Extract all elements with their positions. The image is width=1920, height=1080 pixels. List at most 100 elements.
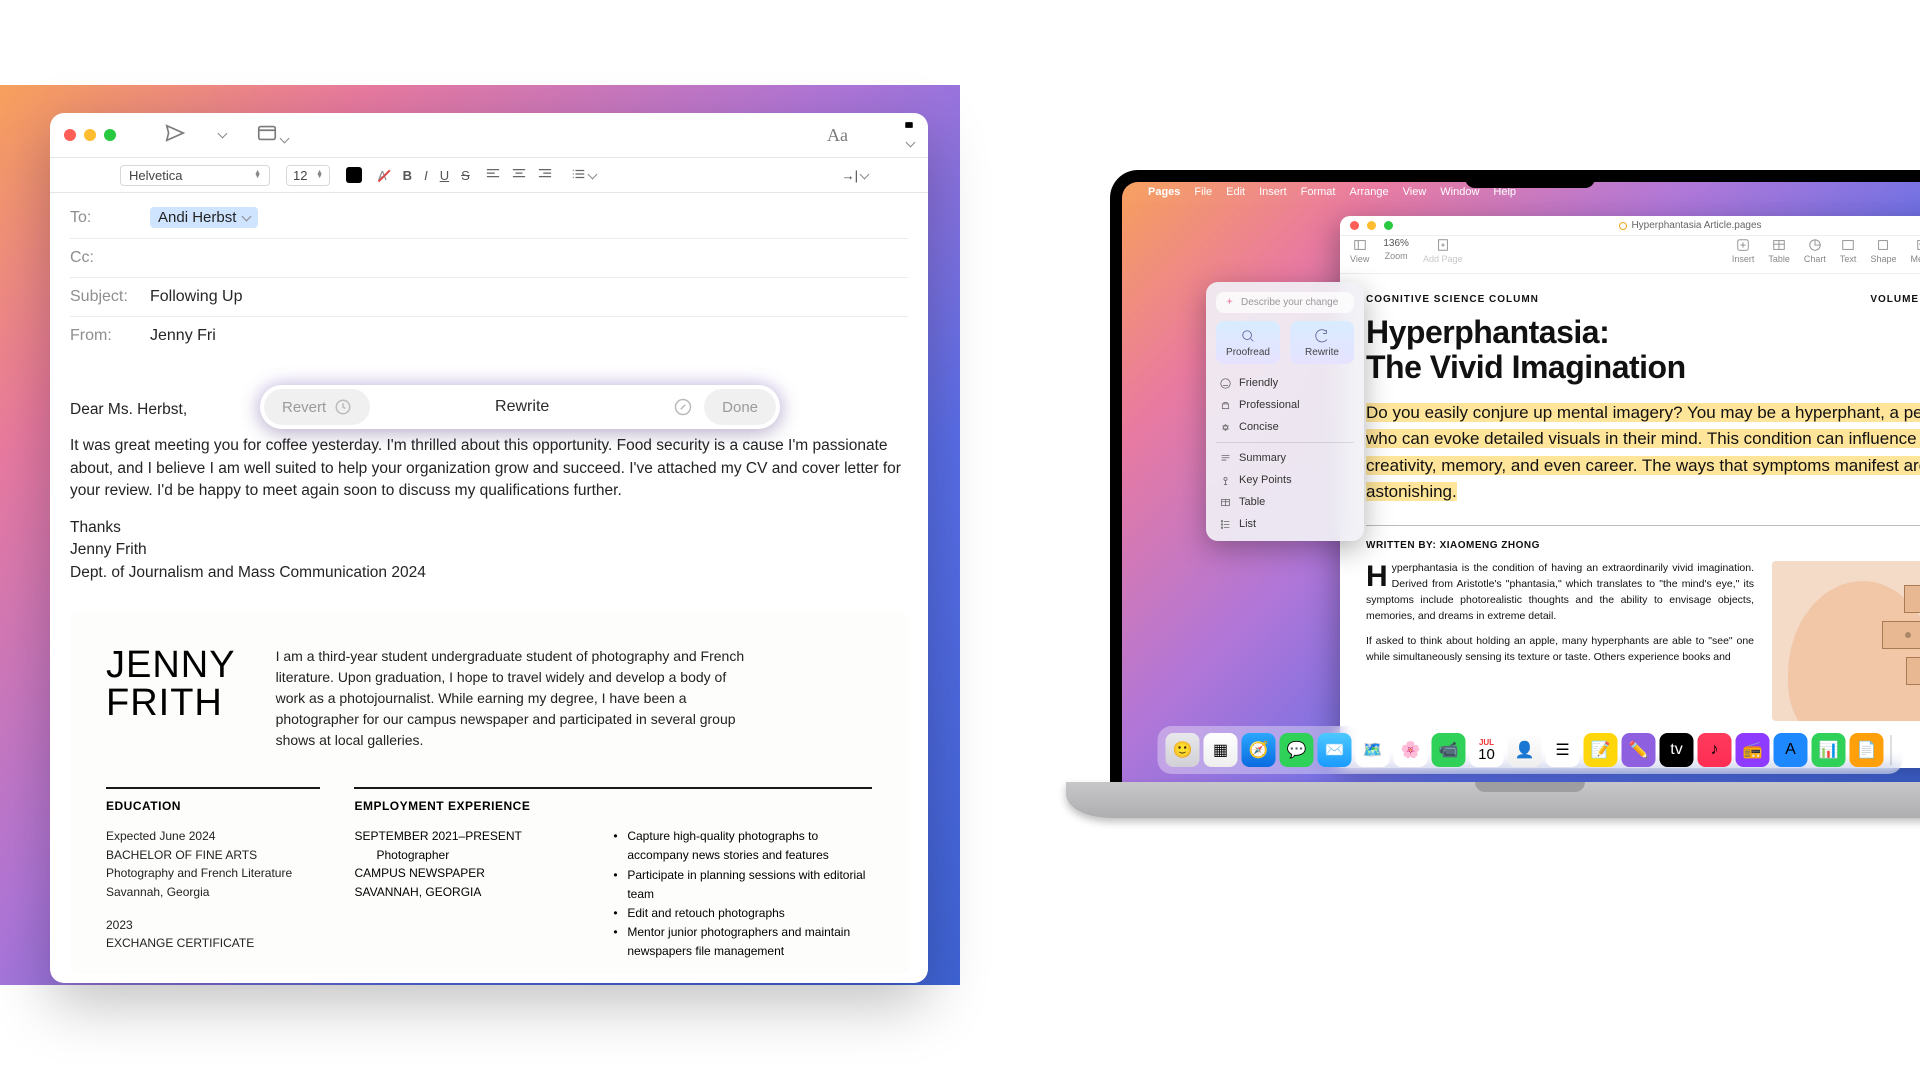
dock-numbers[interactable]: 📊 <box>1812 733 1846 767</box>
dock-pages[interactable]: 📄 <box>1850 733 1884 767</box>
send-icon[interactable] <box>164 122 186 149</box>
dock-music[interactable]: ♪ <box>1698 733 1732 767</box>
dock-contacts[interactable]: 👤 <box>1508 733 1542 767</box>
dock-tv[interactable]: tv <box>1660 733 1694 767</box>
recipient-chip[interactable]: Andi Herbst <box>150 207 258 228</box>
tb-shape[interactable]: Shape <box>1870 238 1896 264</box>
menu-format[interactable]: Format <box>1301 186 1336 198</box>
text-style-group: B I U S <box>403 168 470 183</box>
tb-add-page[interactable]: Add Page <box>1423 238 1463 264</box>
dock-launchpad[interactable]: ▦ <box>1204 733 1238 767</box>
menu-app[interactable]: Pages <box>1148 186 1180 198</box>
resume-bio: I am a third-year student undergraduate … <box>276 646 756 751</box>
education-column: EDUCATION Expected June 2024 BACHELOR OF… <box>106 787 320 961</box>
tb-text[interactable]: Text <box>1840 238 1857 264</box>
rewrite-button[interactable]: Rewrite <box>376 398 668 416</box>
body-text: It was great meeting you for coffee yest… <box>70 435 908 502</box>
dock-maps[interactable]: 🗺️ <box>1356 733 1390 767</box>
laptop-base <box>1066 782 1920 818</box>
italic-button[interactable]: I <box>424 168 428 183</box>
format-icon[interactable]: Aa <box>827 125 848 146</box>
dock-podcasts[interactable]: 📻 <box>1736 733 1770 767</box>
byline: WRITTEN BY: XIAOMENG ZHONG <box>1366 540 1920 551</box>
tb-zoom[interactable]: 136%Zoom <box>1383 238 1409 264</box>
done-button[interactable]: Done <box>704 389 776 425</box>
dock-appstore[interactable]: A <box>1774 733 1808 767</box>
bold-button[interactable]: B <box>403 168 412 183</box>
sparkle-icon <box>1224 297 1235 308</box>
tb-chart[interactable]: Chart <box>1804 238 1826 264</box>
send-options-chevron-icon[interactable] <box>216 126 226 144</box>
close-button[interactable] <box>1350 221 1359 230</box>
headers-icon[interactable] <box>256 122 288 149</box>
tb-table[interactable]: Table <box>1768 238 1790 264</box>
professional-option[interactable]: Professional <box>1216 394 1354 416</box>
subject-row[interactable]: Subject: Following Up <box>70 278 908 317</box>
concise-option[interactable]: Concise <box>1216 416 1354 438</box>
dock-mail[interactable]: ✉️ <box>1318 733 1352 767</box>
photo-icon[interactable] <box>904 117 914 153</box>
dock-calendar[interactable]: JUL10 <box>1470 733 1504 767</box>
pages-window-controls <box>1350 221 1393 230</box>
menu-view[interactable]: View <box>1403 186 1427 198</box>
indent-menu-icon[interactable]: →| <box>842 168 868 183</box>
align-right-icon[interactable] <box>538 168 552 183</box>
describe-change-input[interactable]: Describe your change <box>1216 292 1354 313</box>
menu-file[interactable]: File <box>1194 186 1212 198</box>
clear-style-icon[interactable]: A <box>378 168 387 183</box>
dock-freeform[interactable]: ✏️ <box>1622 733 1656 767</box>
document-title[interactable]: Hyperphantasia Article.pages <box>1393 220 1920 231</box>
menu-insert[interactable]: Insert <box>1259 186 1287 198</box>
to-label: To: <box>70 209 140 227</box>
pages-document[interactable]: COGNITIVE SCIENCE COLUMNVOLUME 7, ISSUE … <box>1340 274 1920 741</box>
table-option[interactable]: Table <box>1216 491 1354 513</box>
dock-messages[interactable]: 💬 <box>1280 733 1314 767</box>
dock-finder[interactable]: 🙂 <box>1166 733 1200 767</box>
summary-option[interactable]: Summary <box>1216 447 1354 469</box>
align-center-icon[interactable] <box>512 168 526 183</box>
from-label: From: <box>70 327 140 345</box>
font-family-select[interactable]: Helvetica▲▼ <box>120 165 270 186</box>
align-group <box>486 168 552 183</box>
sig-name: Jenny Frith <box>70 539 908 561</box>
revert-icon <box>334 398 352 416</box>
issue-text: VOLUME 7, ISSUE <box>1870 294 1920 305</box>
underline-button[interactable]: U <box>440 168 449 183</box>
proofread-card[interactable]: Proofread <box>1216 321 1280 364</box>
menu-edit[interactable]: Edit <box>1226 186 1245 198</box>
friendly-option[interactable]: Friendly <box>1216 372 1354 394</box>
headline: Hyperphantasia:The Vivid Imagination <box>1366 315 1920 384</box>
strike-button[interactable]: S <box>461 168 470 183</box>
rewrite-card[interactable]: Rewrite <box>1290 321 1354 364</box>
dock-photos[interactable]: 🌸 <box>1394 733 1428 767</box>
tb-insert[interactable]: Insert <box>1732 238 1755 264</box>
menu-arrange[interactable]: Arrange <box>1349 186 1388 198</box>
zoom-button[interactable] <box>104 129 116 141</box>
tb-media[interactable]: Media <box>1910 238 1920 264</box>
laptop-mock: Pages File Edit Insert Format Arrange Vi… <box>1110 170 1920 818</box>
close-button[interactable] <box>64 129 76 141</box>
to-row[interactable]: To: Andi Herbst <box>70 197 908 239</box>
dock-safari[interactable]: 🧭 <box>1242 733 1276 767</box>
from-row[interactable]: From: Jenny Fri <box>70 317 908 355</box>
minimize-button[interactable] <box>84 129 96 141</box>
dock-facetime[interactable]: 📹 <box>1432 733 1466 767</box>
compose-icon[interactable] <box>674 398 692 416</box>
dock-reminders[interactable]: ☰ <box>1546 733 1580 767</box>
align-left-icon[interactable] <box>486 168 500 183</box>
dock-notes[interactable]: 📝 <box>1584 733 1618 767</box>
revert-button[interactable]: Revert <box>264 389 370 425</box>
font-size-select[interactable]: 12▲▼ <box>286 165 330 186</box>
tb-view[interactable]: View <box>1350 238 1369 264</box>
employment-column: EMPLOYMENT EXPERIENCE SEPTEMBER 2021–PRE… <box>354 787 872 961</box>
zoom-button[interactable] <box>1384 221 1393 230</box>
dock-separator <box>1891 735 1892 765</box>
list-option[interactable]: List <box>1216 513 1354 535</box>
key-points-option[interactable]: Key Points <box>1216 469 1354 491</box>
toolbar-left <box>164 122 288 149</box>
list-menu-icon[interactable] <box>572 168 596 183</box>
text-color-swatch[interactable] <box>346 167 362 183</box>
cc-row[interactable]: Cc: <box>70 239 908 278</box>
writing-tools-popover: Describe your change Proofread Rewrite F… <box>1206 282 1364 541</box>
minimize-button[interactable] <box>1367 221 1376 230</box>
